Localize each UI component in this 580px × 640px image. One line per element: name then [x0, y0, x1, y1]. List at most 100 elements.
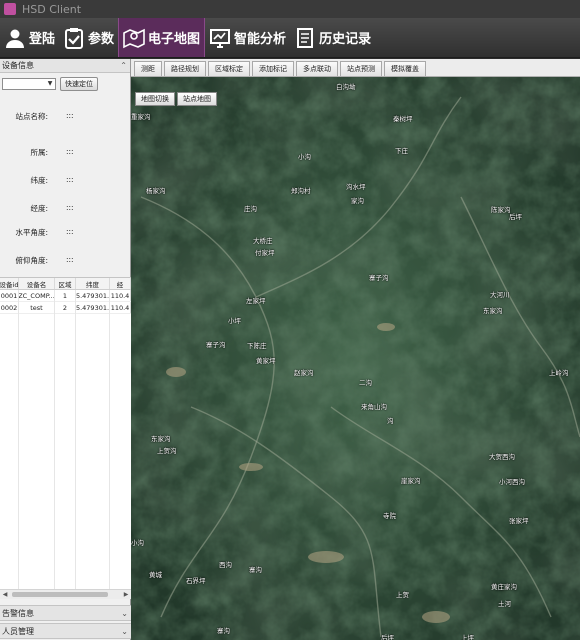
scroll-thumb[interactable]: [12, 592, 108, 597]
table-cell: 35.479301...: [76, 302, 110, 313]
column-header[interactable]: 纬度: [76, 278, 110, 289]
table-horizontal-scrollbar[interactable]: ◀ ▶: [0, 589, 131, 599]
tab-route-planning[interactable]: 路径规划: [164, 61, 206, 76]
chevron-down-icon[interactable]: ⌄: [121, 609, 128, 618]
table-cell: 110.4: [110, 290, 131, 301]
emap-button[interactable]: 电子地图: [118, 18, 206, 57]
personnel-title: 人员管理: [2, 626, 34, 636]
personnel-header[interactable]: 人员管理 ⌄: [0, 623, 131, 639]
place-label: 下陈庄: [247, 342, 267, 350]
device-info-header[interactable]: 设备信息 ⌃: [0, 59, 130, 73]
column-divider: [54, 290, 55, 589]
field-label: 经度:: [30, 204, 48, 213]
tab-multipoint-link[interactable]: 多点联动: [296, 61, 338, 76]
place-label: 上岭沟: [549, 369, 569, 377]
place-label: 大桥庄: [253, 237, 273, 245]
analysis-button[interactable]: 智能分析: [205, 18, 290, 57]
column-header[interactable]: 经: [110, 278, 131, 289]
login-button[interactable]: 登陆: [0, 18, 59, 57]
place-label: 陈家沟: [491, 206, 511, 214]
field-value: :::: [66, 203, 74, 212]
terrain-background: [131, 77, 580, 640]
collapse-up-icon[interactable]: ⌃: [120, 61, 127, 70]
place-label: 张家坪: [509, 517, 529, 525]
login-label: 登陆: [29, 32, 56, 47]
place-label: 小沟: [131, 539, 144, 547]
scroll-right-icon[interactable]: ▶: [121, 590, 131, 599]
field-label: 所属:: [30, 148, 48, 157]
place-label: 寨子沟: [206, 341, 226, 349]
column-header[interactable]: 设备名: [19, 278, 55, 289]
window-title: HSD Client: [22, 2, 82, 16]
table-header: 设备id 设备名 区域 纬度 经: [0, 278, 131, 290]
app-icon: [4, 3, 16, 15]
map-pin-icon: [123, 27, 145, 49]
dropdown-arrow-icon[interactable]: ▼: [46, 80, 54, 88]
field-label: 站点名称:: [15, 112, 48, 121]
field-value: :::: [66, 111, 74, 120]
place-label: 付家坪: [255, 249, 275, 257]
column-divider: [109, 290, 110, 589]
device-info-title: 设备信息: [2, 61, 34, 70]
alarm-info-header[interactable]: 告警信息 ⌄: [0, 605, 131, 621]
map-switch-button[interactable]: 地图切换: [135, 92, 175, 106]
tab-coverage-sim[interactable]: 模拟覆盖: [384, 61, 426, 76]
place-label: 崖家沟: [401, 477, 421, 485]
tab-site-prediction[interactable]: 站点预测: [340, 61, 382, 76]
satellite-map[interactable]: 地图切换 站点地图 白沟坳 重家沟 秦树坪 小沟 下庄 杨家沟 郑沟村 沟水坪 家沟 庄沟 大桥庄付…: [131, 77, 580, 640]
site-map-button[interactable]: 站点地图: [177, 92, 217, 106]
device-info-fields: 站点名称:::: 所属:::: 纬度:::: 经度:::: 水平角度:::: 俯…: [0, 95, 131, 265]
map-tool-tabs: 测距 路径规划 区域标定 添加标记 多点联动 站点预测 模拟覆盖: [131, 59, 580, 77]
field-value: :::: [66, 255, 74, 264]
field-value: :::: [66, 147, 74, 156]
table-row[interactable]: 0001 ZC_COMP... 1 35.479301... 110.4: [0, 290, 131, 302]
place-label: 沟水坪: [346, 183, 366, 191]
table-row[interactable]: 0002 test 2 35.479301... 110.4: [0, 302, 131, 314]
place-label: 杨家沟: [146, 187, 166, 195]
place-label: 后坪: [509, 213, 522, 221]
locate-row: ▼ 快速定位: [0, 73, 130, 95]
place-label: 寨沟: [217, 627, 230, 635]
field-longitude: 经度::::: [0, 203, 131, 214]
table-cell: 1: [55, 290, 76, 301]
user-icon: [4, 27, 26, 49]
table-cell: 35.479301...: [76, 290, 110, 301]
history-button[interactable]: 历史记录: [290, 18, 375, 57]
column-divider: [18, 290, 19, 589]
app-window: HSD Client 登陆 参数 电子地图 智能分析 历史记录 设备信息 ⌃ ▼…: [0, 0, 580, 640]
place-label: 上贺: [396, 591, 409, 599]
place-label: 寺院: [383, 512, 396, 520]
tab-add-marker[interactable]: 添加标记: [252, 61, 294, 76]
field-label: 俯仰角度:: [15, 256, 48, 265]
place-label: 小坪: [228, 317, 241, 325]
field-horizontal-angle: 水平角度::::: [0, 227, 131, 238]
place-label: 庄沟: [244, 205, 257, 213]
place-label: 小沟: [298, 153, 311, 161]
place-label: 左家坪: [246, 297, 266, 305]
column-header[interactable]: 区域: [55, 278, 76, 289]
tab-measure[interactable]: 测距: [134, 61, 162, 76]
place-label: 白沟坳: [336, 83, 356, 91]
device-table: 设备id 设备名 区域 纬度 经 0001 ZC_COMP... 1 35.47…: [0, 277, 131, 589]
place-label: 郑沟村: [291, 187, 311, 195]
place-label: 大贺西沟: [489, 453, 515, 461]
place-label: 大河川: [490, 291, 510, 299]
column-header[interactable]: 设备id: [0, 278, 19, 289]
alarm-info-title: 告警信息: [2, 608, 34, 618]
place-label: 赵家沟: [294, 369, 314, 377]
field-owner: 所属::::: [0, 147, 131, 158]
scroll-left-icon[interactable]: ◀: [0, 590, 10, 599]
tab-area-calibration[interactable]: 区域标定: [208, 61, 250, 76]
chevron-down-icon[interactable]: ⌄: [121, 627, 128, 636]
device-select[interactable]: ▼: [2, 78, 56, 90]
place-label: 西沟: [219, 561, 232, 569]
document-list-icon: [294, 27, 316, 49]
place-label: 石界坪: [186, 577, 206, 585]
place-label: 重家沟: [131, 113, 151, 121]
quick-locate-button[interactable]: 快速定位: [60, 77, 98, 91]
field-site-name: 站点名称::::: [0, 111, 131, 122]
field-label: 纬度:: [30, 176, 48, 185]
clipboard-check-icon: [63, 27, 85, 49]
params-button[interactable]: 参数: [59, 18, 118, 57]
place-label: 东家沟: [151, 435, 171, 443]
